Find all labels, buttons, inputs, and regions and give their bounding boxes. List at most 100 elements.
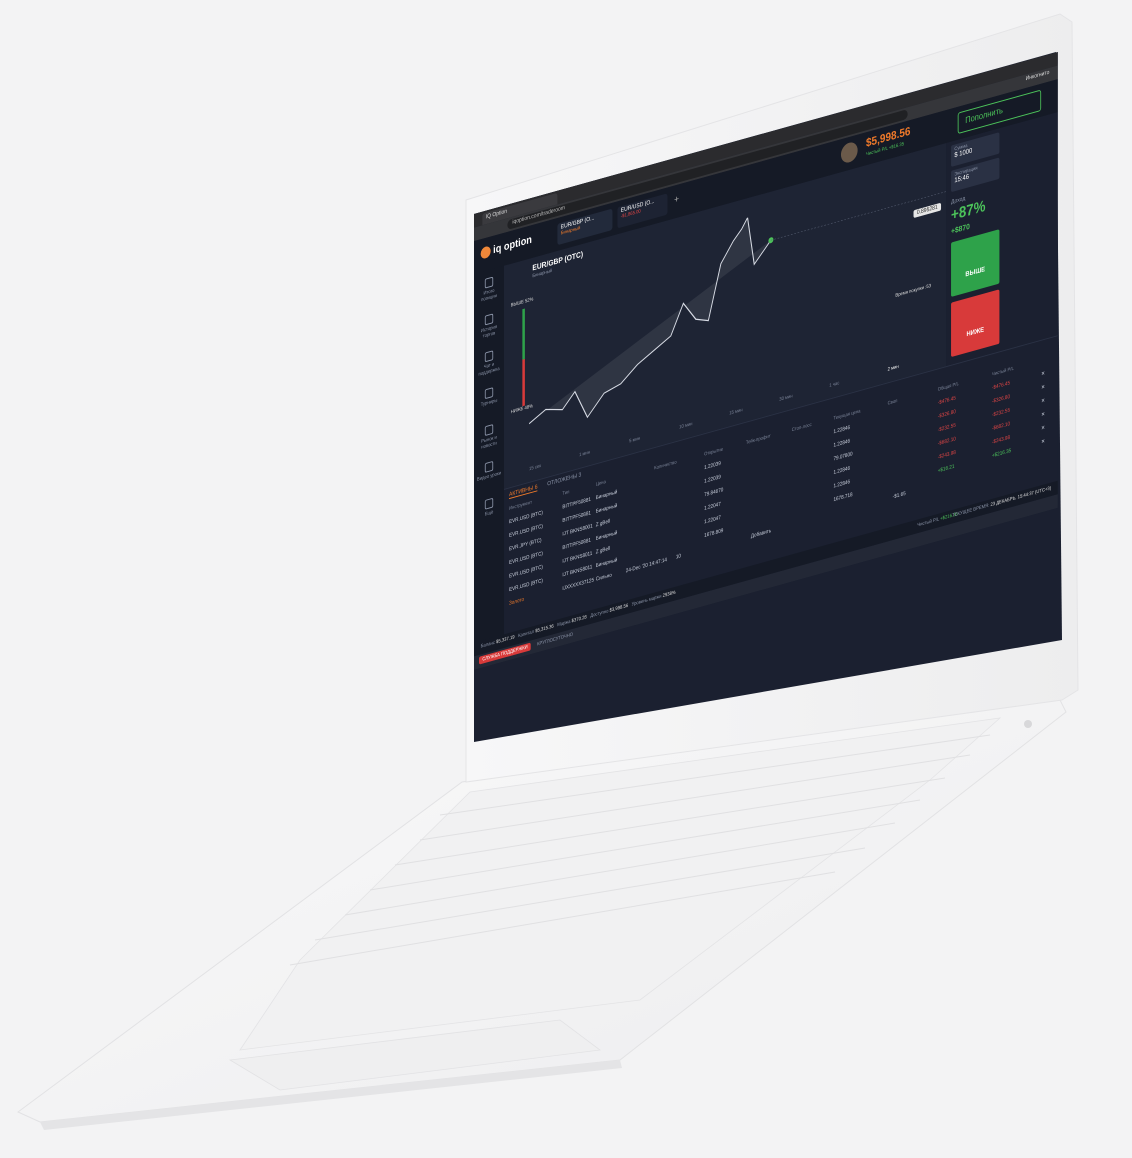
close-icon[interactable]: ✕ (1041, 412, 1045, 419)
row-total: -$243.98 (937, 449, 956, 461)
row-current: 1.22846 (833, 438, 851, 449)
avatar[interactable] (840, 140, 858, 165)
row-open: 1.22039 (704, 460, 721, 472)
row-type: Сильно (595, 572, 612, 583)
time-label[interactable]: 1 час (829, 380, 839, 389)
close-icon[interactable]: ✕ (1041, 425, 1045, 432)
sidebar-item-label: Видео уроки (476, 470, 502, 483)
time-label[interactable]: 10 мин (679, 421, 692, 431)
sidebar-item-label: История торгов (480, 323, 498, 340)
row-current: 1.22846 (833, 465, 851, 477)
column-header: Тейк-профит (745, 433, 771, 447)
clock-icon (484, 313, 494, 326)
time-label-selected[interactable]: 2 мин (888, 364, 899, 373)
row-type: Бинарный (595, 489, 618, 502)
column-header: Текущая цена (833, 408, 861, 422)
row-net: -$326.80 (991, 394, 1011, 405)
trading-app: IQ Option iqoption.com/traderoom Инкогни… (474, 51, 1058, 670)
equity-value: $5,315.36 (535, 623, 554, 635)
sidebar-item-label: Итого позиции (481, 287, 497, 304)
row-type: Бинарный (595, 530, 618, 543)
row-current: 1.22846 (833, 424, 851, 436)
row-current: 79.07800 (833, 451, 853, 463)
logo-text: iq option (493, 233, 532, 257)
column-header: Тип (562, 489, 570, 497)
row-asset: Золото (509, 596, 525, 607)
row-total: -$682.10 (937, 436, 956, 448)
tab-active[interactable]: АКТИВНЫ 6 (509, 484, 537, 500)
sentiment-bar (522, 308, 525, 407)
row-swap: -$1.65 (892, 490, 906, 501)
available-label: Доступно (590, 608, 609, 620)
logo[interactable]: iq option (480, 233, 532, 260)
row-type: Бинарный (595, 557, 618, 570)
more-icon (484, 497, 494, 510)
sidebar-item-news[interactable]: Рынок и новости (477, 420, 502, 456)
margin-level-value: 2938% (662, 589, 676, 600)
equity-label: Капитал (518, 628, 535, 640)
row-open: 1678.809 (704, 527, 724, 540)
briefcase-icon (484, 276, 494, 289)
margin-label: Маржа (557, 618, 571, 629)
sidebar-item-history[interactable]: История торгов (477, 309, 502, 345)
sidebar-item-label: Рынок и новости (481, 434, 497, 451)
row-net: -$232.55 (991, 407, 1011, 419)
row-current: 1.22846 (833, 479, 851, 490)
tab-pending[interactable]: ОТЛОЖЕНЫ 3 (547, 472, 581, 487)
balance-value: $5,337.19 (496, 634, 515, 646)
sidebar-item-positions[interactable]: Итого позиции (477, 272, 502, 308)
sidebar-item-video[interactable]: Видео уроки (477, 457, 502, 493)
row-net: -$476.45 (991, 380, 1011, 392)
time-label[interactable]: 30 мин (779, 393, 792, 403)
row-open: 1.22047 (704, 515, 721, 526)
row-open: 79.84670 (704, 487, 724, 499)
trade-panel: Сумма $ 1000 Экспирация 15:46 Доход +87% +… (946, 112, 1058, 376)
row-qty: 10 (675, 553, 681, 561)
sidebar-item-label: Чат и поддержка (478, 361, 500, 378)
margin-value: $370.28 (571, 614, 587, 625)
sidebar-item-chat[interactable]: Чат и поддержка (477, 346, 502, 382)
row-type: Z gBell (595, 518, 611, 529)
row-net: -$243.98 (991, 434, 1011, 446)
play-icon (484, 460, 494, 473)
available-value: $3,998.56 (609, 602, 629, 614)
time-label[interactable]: 5 мин (629, 436, 640, 445)
row-current: 1678.718 (833, 492, 853, 504)
row-type: Z gBell (595, 545, 611, 556)
add-link[interactable]: Добавить (751, 528, 771, 539)
time-label[interactable]: 15 сек (529, 463, 541, 472)
close-icon[interactable]: ✕ (1041, 371, 1045, 378)
column-header: Инструмент (509, 499, 533, 512)
sidebar-item-tournaments[interactable]: Турниры (477, 383, 502, 419)
sidebar-item-more[interactable]: Ещё (477, 493, 502, 529)
column-header: Общая P/L (937, 381, 959, 393)
time-label[interactable]: 15 мин (729, 407, 742, 417)
column-header: Количество (654, 459, 677, 472)
column-header: Открытие (704, 446, 724, 458)
close-icon[interactable]: ✕ (1041, 439, 1045, 446)
chat-icon (484, 350, 494, 363)
sidebar-item-label: Ещё (484, 509, 494, 518)
column-header: Стоп-лосс (791, 421, 812, 434)
sidebar-item-label: Турниры (480, 397, 498, 409)
row-total: -$476.45 (937, 395, 956, 407)
balance-label: Баланс (480, 639, 495, 650)
row-total: +$16.21 (937, 463, 955, 475)
higher-button[interactable]: ВЫШЕ (951, 229, 1000, 297)
row-net: +$216.35 (991, 448, 1012, 460)
screen: IQ Option iqoption.com/traderoom Инкогни… (470, 40, 1070, 740)
column-header: Своп (887, 398, 898, 407)
time-label[interactable]: 1 мин (579, 450, 590, 459)
trophy-icon (484, 387, 494, 400)
row-open: 1.22039 (704, 474, 721, 485)
row-total: -$232.55 (937, 422, 956, 434)
row-type: Бинарный (595, 503, 618, 515)
column-header: Чистый P/L (991, 365, 1014, 378)
row-net: -$682.10 (991, 421, 1011, 433)
news-icon (484, 424, 494, 437)
close-icon[interactable]: ✕ (1041, 398, 1045, 405)
close-icon[interactable]: ✕ (1041, 384, 1045, 391)
add-tab-icon[interactable]: + (674, 194, 679, 206)
column-header: Цена (595, 479, 606, 488)
lower-button[interactable]: НИЖЕ (951, 289, 1000, 358)
